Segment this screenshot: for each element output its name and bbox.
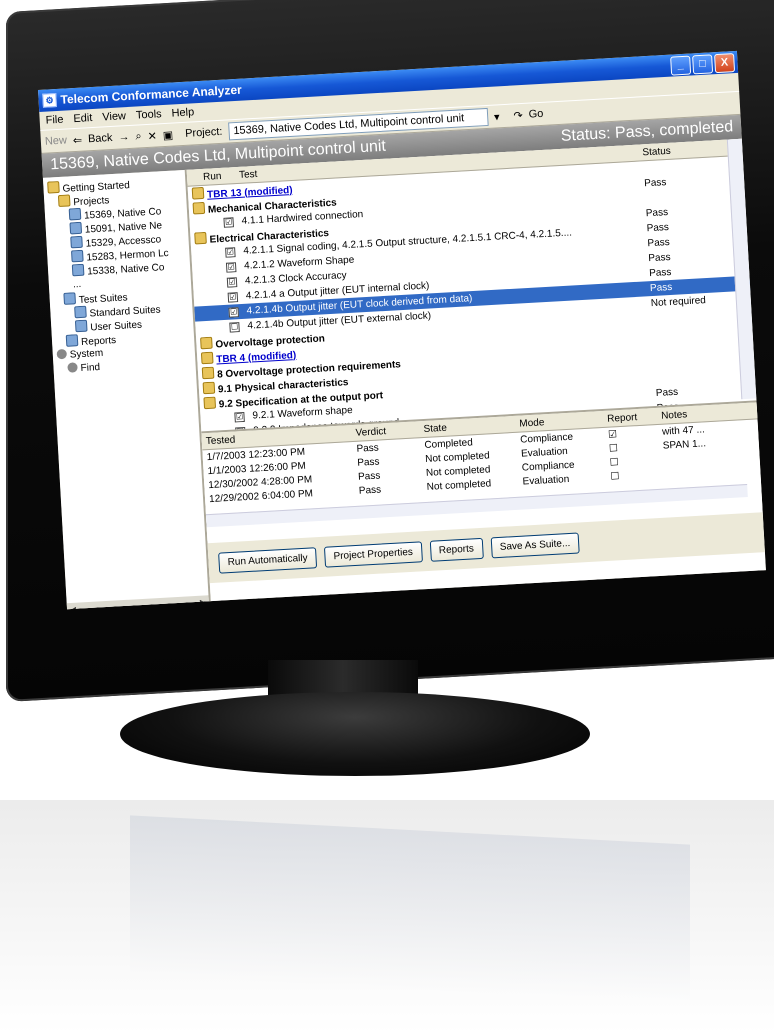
tree-item-label: Find: [80, 361, 101, 375]
new-button[interactable]: New: [45, 134, 68, 147]
monitor-base: [120, 692, 590, 776]
app-window: ⚙ Telecom Conformance Analyzer _ □ X Fil…: [38, 50, 766, 610]
column-mode[interactable]: Mode: [519, 413, 607, 429]
tree-item-label: System: [69, 347, 104, 361]
run-checkbox[interactable]: ☑: [226, 277, 238, 288]
project-icon: [71, 263, 85, 277]
navigation-tree: Getting Started Projects 15369, Native Co 1…: [42, 169, 212, 610]
test-grid: TBR 13 (modified) Mechanical Characterist…: [188, 156, 757, 442]
project-icon: [68, 207, 82, 221]
run-automatically-button[interactable]: Run Automatically: [218, 546, 318, 574]
project-label: Project:: [184, 125, 223, 140]
history-state: Not completed: [426, 477, 492, 493]
go-icon[interactable]: ↷: [513, 108, 523, 121]
gear-icon: [67, 362, 78, 373]
run-checkbox[interactable]: ☑: [228, 307, 239, 318]
scroll-left-icon[interactable]: ◀: [69, 604, 77, 609]
test-panel: Run Test Status TBR 13 (modified) Mechani…: [186, 138, 766, 610]
folder-icon: [201, 366, 215, 379]
column-state[interactable]: State: [423, 418, 519, 434]
tree-item-label: ...: [72, 278, 82, 291]
history-verdict: Pass: [358, 483, 382, 497]
menu-tools[interactable]: Tools: [136, 108, 162, 121]
gear-icon: [56, 348, 68, 360]
project-icon: [74, 305, 87, 319]
project-properties-button[interactable]: Project Properties: [323, 540, 423, 568]
column-notes[interactable]: Notes: [661, 406, 732, 421]
close-button[interactable]: X: [714, 52, 736, 73]
run-checkbox[interactable]: ☑: [223, 217, 234, 228]
history-report[interactable]: ☐: [610, 468, 665, 482]
forward-icon[interactable]: →: [118, 131, 130, 144]
run-checkbox[interactable]: ☑: [234, 411, 245, 423]
properties-icon[interactable]: ▣: [162, 128, 173, 142]
menu-view[interactable]: View: [102, 110, 126, 123]
run-checkbox[interactable]: ☑: [227, 292, 239, 303]
main-area: Getting Started Projects 15369, Native Co 1…: [42, 138, 766, 610]
chevron-down-icon[interactable]: ▾: [494, 110, 500, 123]
back-icon[interactable]: ⇐: [73, 133, 83, 146]
column-report[interactable]: Report: [607, 410, 662, 425]
menu-help[interactable]: Help: [171, 106, 194, 119]
go-button[interactable]: Go: [528, 108, 543, 121]
folder-icon: [194, 231, 207, 244]
folder-icon: [191, 186, 205, 200]
history-notes: [664, 470, 734, 474]
run-checkbox[interactable]: ☑: [225, 247, 236, 258]
run-checkbox[interactable]: ☐: [229, 322, 240, 333]
screen-reflection: [130, 815, 690, 1005]
history-notes: [664, 456, 734, 460]
save-as-suite-button[interactable]: Save As Suite...: [490, 532, 580, 558]
binoculars-icon[interactable]: ⌕: [135, 130, 142, 143]
column-verdict[interactable]: Verdict: [355, 424, 424, 439]
folder-icon: [192, 201, 206, 215]
folder-icon: [203, 396, 217, 409]
reports-button[interactable]: Reports: [429, 537, 484, 562]
folder-icon: [47, 180, 60, 194]
project-icon: [65, 334, 79, 347]
back-button[interactable]: Back: [88, 132, 113, 145]
menu-file[interactable]: File: [45, 114, 63, 127]
delete-icon[interactable]: ✕: [147, 129, 157, 142]
history-report[interactable]: ☐: [609, 454, 664, 468]
menu-edit[interactable]: Edit: [73, 112, 93, 125]
project-icon: [74, 319, 88, 333]
app-icon: ⚙: [42, 92, 57, 108]
history-mode: Evaluation: [522, 473, 570, 488]
folder-icon: [57, 194, 71, 208]
project-icon: [71, 249, 84, 263]
folder-icon: [200, 351, 214, 364]
run-checkbox[interactable]: ☑: [225, 262, 237, 273]
project-icon: [63, 292, 77, 305]
column-run[interactable]: Run: [187, 169, 240, 183]
project-icon: [69, 221, 83, 235]
folder-icon: [202, 381, 216, 394]
project-icon: [70, 235, 83, 249]
folder-icon: [200, 336, 213, 349]
maximize-button[interactable]: □: [692, 53, 714, 74]
minimize-button[interactable]: _: [670, 55, 692, 76]
